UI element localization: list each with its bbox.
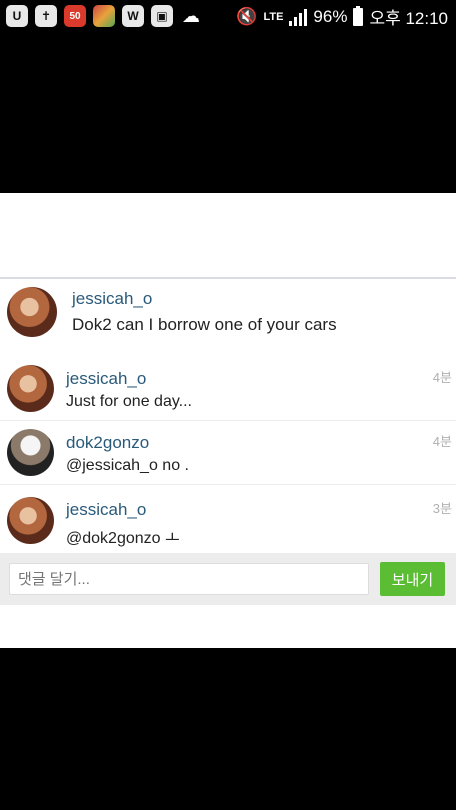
avatar[interactable] [7,287,57,337]
badge-50-icon: 50 [64,5,86,27]
notification-icons: U ✝ 50 W ▣ ☁ [6,5,202,27]
lte-icon: LTE [263,10,284,23]
battery-percent: 96% [313,6,348,26]
comment-text: @jessicah_o no . [66,457,189,474]
game-icon [93,5,115,27]
row-divider [0,484,456,485]
row-divider [0,420,456,421]
comment-time: 3분 [432,501,452,516]
system-status: 🔇 LTE 96% 오후 12:10 [236,4,448,29]
cloud-icon: ☁ [182,5,200,26]
comment-time: 4분 [432,370,452,385]
app-notification-icon: U [6,5,28,27]
avatar[interactable] [7,365,54,412]
battery-icon [353,5,364,26]
mute-icon: 🔇 [236,6,258,26]
post-username[interactable]: jessicah_o [72,289,152,309]
avatar[interactable] [7,429,54,476]
post-caption: jessicah_o Dok2 can I borrow one of your… [0,281,456,345]
w-icon: W [122,5,144,27]
comments-panel: jessicah_o Dok2 can I borrow one of your… [0,193,456,648]
signal-icon [289,8,308,26]
accessibility-icon: ✝ [35,5,57,27]
post-caption-text: Dok2 can I borrow one of your cars [72,315,337,334]
image-icon: ▣ [151,5,173,27]
comment-composer: 보내기 [0,553,456,605]
comment-input[interactable] [9,563,369,595]
comment-text: @dok2gonzo ㅗ [66,530,180,547]
clock: 오후 12:10 [369,9,448,28]
panel-divider [0,277,456,279]
comment-username[interactable]: jessicah_o [66,369,146,389]
comment-time: 4분 [432,434,452,449]
status-bar: U ✝ 50 W ▣ ☁ 🔇 LTE 96% 오후 12:10 [0,0,456,32]
send-button[interactable]: 보내기 [380,562,445,596]
comment-text: Just for one day... [66,393,192,410]
comment-username[interactable]: dok2gonzo [66,433,149,453]
comment-username[interactable]: jessicah_o [66,500,146,520]
avatar[interactable] [7,497,54,544]
